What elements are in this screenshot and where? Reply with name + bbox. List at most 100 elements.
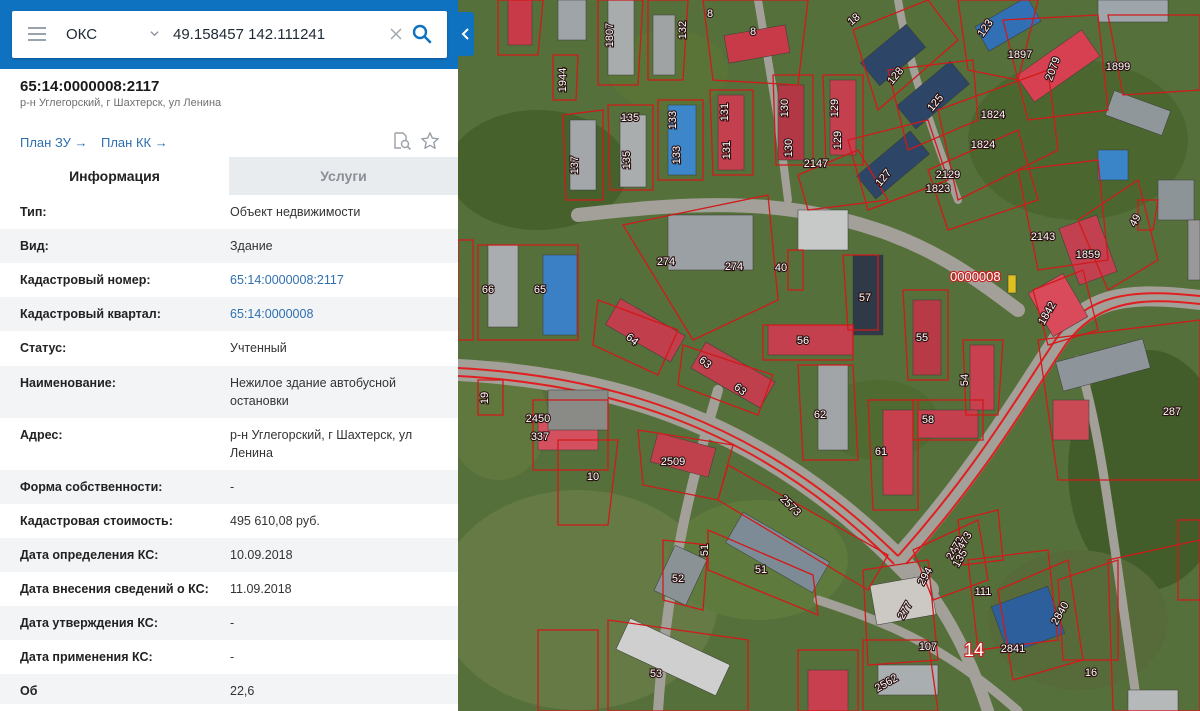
parcel-label: 107 (919, 641, 937, 653)
info-value: 10.09.2018 (230, 548, 293, 562)
parcel-label: 1944 (557, 68, 569, 92)
info-value: 495 610,08 руб. (230, 514, 320, 528)
search-icon[interactable] (412, 24, 432, 44)
object-address: р-н Углегорский, г Шахтерск, ул Ленина (20, 97, 222, 109)
info-value: - (230, 480, 235, 494)
info-row: Наименование: Нежилое здание автобусной о… (0, 366, 458, 418)
object-cadastral-number: 65:14:0000008:2117 (20, 78, 160, 95)
cadastral-map[interactable]: 1807 132 8 8 1944 135 135 133 133 131 131 130 130 129… (458, 0, 1200, 711)
info-table: Тип: Объект недвижимости Вид: Здание Кадастр… (0, 195, 458, 704)
parcel-label: 2509 (661, 456, 685, 468)
arrow-right-icon: → (74, 135, 88, 150)
parcel-label: 1823 (926, 183, 950, 195)
info-row: Кадастровая стоимость: 495 610,08 руб. (0, 504, 458, 538)
info-value: Здание (230, 239, 273, 253)
parcel-label: 135 (621, 112, 639, 124)
info-row: Форма собственности: - (0, 470, 458, 504)
panel-tabs: Информация Услуги (0, 157, 458, 195)
info-key: Дата утверждения КС: (20, 616, 158, 630)
parcel-label: 62 (814, 409, 826, 421)
parcel-label: 52 (672, 573, 684, 585)
info-value[interactable]: 65:14:0000008 (230, 305, 440, 323)
parcel-label: 2143 (1031, 231, 1055, 243)
parcel-label: 129 (829, 99, 841, 117)
object-type-label: ОКС (66, 26, 98, 43)
info-key: Дата определения КС: (20, 548, 159, 562)
document-search-icon[interactable] (392, 131, 412, 151)
parcel-label: 16 (1085, 667, 1097, 679)
chevron-left-icon (461, 28, 469, 40)
info-row: Тип: Объект недвижимости (0, 195, 458, 229)
info-key: Дата внесения сведений о КС: (20, 582, 209, 596)
info-value: - (230, 650, 235, 664)
info-value: - (230, 616, 235, 630)
parcel-label: 51 (699, 544, 711, 556)
parcel-label: 133 (667, 111, 679, 129)
parcel-label: 10 (587, 471, 599, 483)
info-row: Дата утверждения КС: - (0, 606, 458, 640)
parcel-label: 54 (959, 374, 971, 386)
arrow-right-icon: → (154, 135, 168, 150)
parcel-label: 40 (775, 262, 787, 274)
parcel-label: 2841 (1001, 643, 1025, 655)
parcel-label: 337 (531, 431, 549, 443)
object-type-select[interactable]: ОКС (66, 11, 166, 58)
menu-icon[interactable] (28, 27, 46, 41)
search-box: ОКС (12, 11, 447, 58)
tab-services[interactable]: Услуги (229, 157, 458, 195)
info-value[interactable]: 65:14:0000008:2117 (230, 271, 440, 289)
info-row: Вид: Здание (0, 229, 458, 263)
plan-zu-label: План ЗУ (20, 135, 71, 150)
coordinates-input[interactable] (173, 21, 383, 48)
parcel-label: 131 (719, 103, 731, 121)
tab-information[interactable]: Информация (0, 157, 229, 195)
parcel-label: 274 (725, 261, 743, 273)
quarter-label: 0000008 (950, 269, 1001, 284)
parcel-label: 2147 (804, 158, 828, 170)
parcel-label: 132 (677, 21, 689, 39)
search-bar: ОКС (0, 0, 458, 69)
info-value: 22,6 (230, 684, 255, 698)
parcel-label: 57 (859, 292, 871, 304)
parcel-label: 58 (922, 414, 934, 426)
plan-zu-link[interactable]: План ЗУ → (20, 135, 88, 150)
info-key: Кадастровый квартал: (20, 307, 161, 321)
parcel-label: 19 (479, 392, 491, 404)
parcel-label: 130 (783, 139, 795, 157)
info-value: 11.09.2018 (230, 582, 292, 596)
parcel-label: 55 (916, 332, 928, 344)
parcel-label: 131 (721, 141, 733, 159)
info-key: Кадастровая стоимость: (20, 514, 173, 528)
info-row: Дата определения КС: 10.09.2018 (0, 538, 458, 572)
plan-kk-label: План КК (101, 135, 152, 150)
info-value: Учтенный (230, 341, 287, 355)
parcel-label: 130 (779, 99, 791, 117)
parcel-label: 129 (832, 131, 844, 149)
parcel-label: 51 (755, 564, 767, 576)
info-key: Форма собственности: (20, 480, 163, 494)
info-row: Кадастровый квартал: 65:14:0000008 (0, 297, 458, 331)
clear-icon[interactable] (389, 27, 403, 41)
parcel-label: 1807 (604, 23, 616, 47)
plan-kk-link[interactable]: План КК → (101, 135, 168, 150)
parcel-label: 1897 (1008, 49, 1032, 61)
info-key: Наименование: (20, 376, 116, 390)
parcel-label: 61 (875, 446, 887, 458)
parcel-label: 1859 (1076, 249, 1100, 261)
info-key: Тип: (20, 205, 47, 219)
info-panel: ОКС 65:14:0000008:2117 р-н Углегорский, … (0, 0, 458, 711)
star-icon[interactable] (420, 131, 440, 151)
collapse-panel-button[interactable] (458, 12, 474, 56)
map-canvas[interactable]: 1807 132 8 8 1944 135 135 133 133 131 131 130 130 129… (458, 0, 1200, 711)
parcel-label: 135 (621, 151, 633, 169)
info-key: Вид: (20, 239, 49, 253)
info-key: Об (20, 684, 38, 698)
info-key: Дата применения КС: (20, 650, 153, 664)
info-value: Объект недвижимости (230, 205, 361, 219)
parcel-label: 133 (671, 146, 683, 164)
parcel-label: 287 (1163, 406, 1181, 418)
parcel-label: 1899 (1106, 61, 1130, 73)
parcel-label: 8 (750, 26, 756, 38)
info-key: Адрес: (20, 428, 63, 442)
chevron-down-icon (150, 31, 159, 37)
